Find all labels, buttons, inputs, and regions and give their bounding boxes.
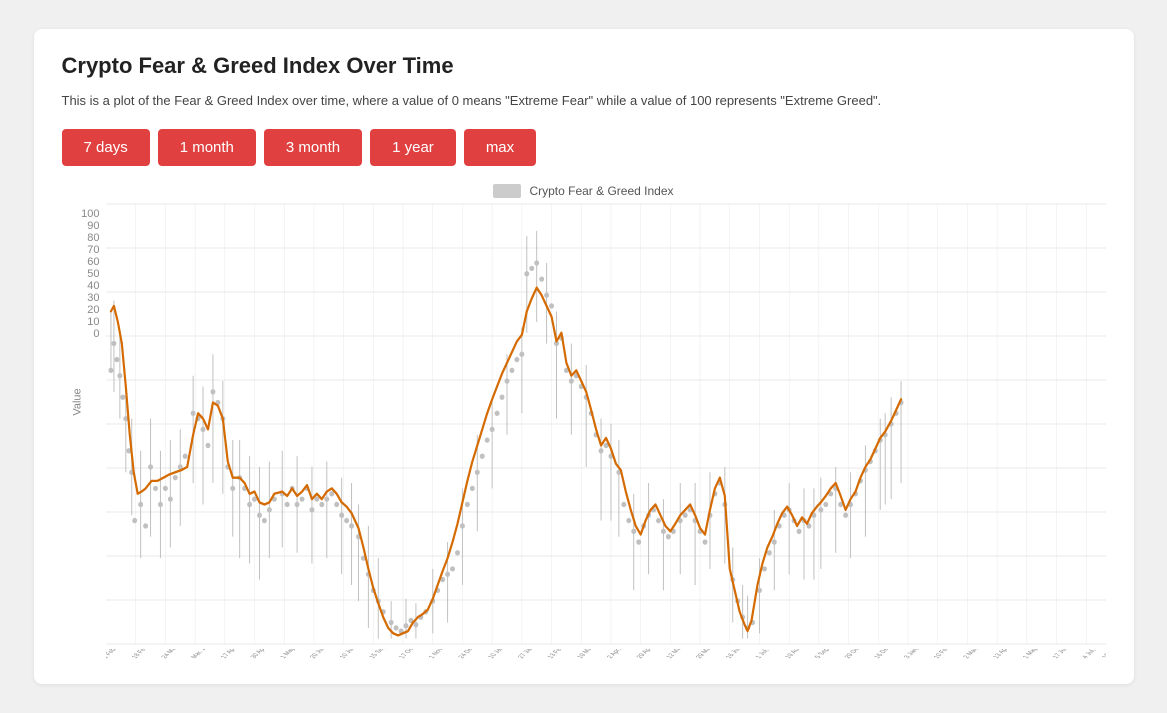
svg-text:1 Feb, 2018: 1 Feb, 2018	[106, 649, 130, 659]
svg-text:12 May, 2019: 12 May, 2019	[664, 649, 696, 659]
y-tick-50: 50	[87, 268, 99, 280]
svg-text:10 Feb, 2020: 10 Feb, 2020	[932, 649, 963, 659]
svg-text:1 Nov, 2018: 1 Nov, 2018	[427, 649, 456, 659]
y-tick-20: 20	[87, 304, 99, 316]
page-title: Crypto Fear & Greed Index Over Time	[62, 53, 1106, 79]
y-tick-60: 60	[87, 256, 99, 268]
svg-text:13 Apr, 2020: 13 Apr, 2020	[991, 649, 1021, 659]
svg-text:3 Jan, 2020: 3 Jan, 2020	[902, 649, 931, 659]
svg-text:1 Jul, 2019: 1 Jul, 2019	[754, 649, 781, 659]
y-axis-label: Value	[71, 388, 83, 415]
svg-text:17 Jun, 2020: 17 Jun, 2020	[1051, 649, 1082, 659]
btn-1month[interactable]: 1 month	[158, 129, 256, 166]
svg-text:1 May, 2020: 1 May, 2020	[1021, 649, 1050, 659]
svg-text:18 Feb, 2018: 18 Feb, 2018	[130, 649, 161, 659]
chart-area: Crypto Fear & Greed Index Value 100 90 8…	[62, 184, 1106, 664]
svg-text:17 Apr, 2018: 17 Apr, 2018	[219, 649, 249, 659]
svg-text:29 Oct, 2019: 29 Oct, 2019	[843, 649, 874, 659]
page-subtitle: This is a plot of the Fear & Greed Index…	[62, 91, 1106, 111]
y-tick-0: 0	[93, 328, 99, 340]
svg-text:16 Dec, 2019: 16 Dec, 2019	[872, 649, 903, 659]
svg-text:13 Feb, 2019: 13 Feb, 2019	[546, 649, 577, 659]
svg-text:1 May, 2018: 1 May, 2018	[278, 649, 307, 659]
chart-legend: Crypto Fear & Greed Index	[62, 184, 1106, 198]
svg-text:10 Jan, 2019: 10 Jan, 2019	[486, 649, 517, 659]
svg-text:30 Apr, 2018: 30 Apr, 2018	[249, 649, 279, 659]
svg-text:29 May, 2019: 29 May, 2019	[694, 649, 726, 659]
svg-text:5 Sep, 2019: 5 Sep, 2019	[813, 649, 842, 659]
svg-text:10 Jul, 2018: 10 Jul, 2018	[338, 649, 367, 659]
y-tick-90: 90	[87, 220, 99, 232]
btn-1year[interactable]: 1 year	[370, 129, 456, 166]
svg-text:24 Mar, 2018: 24 Mar, 2018	[160, 649, 191, 659]
main-card: Crypto Fear & Greed Index Over Time This…	[34, 29, 1134, 684]
btn-3month[interactable]: 3 month	[264, 129, 362, 166]
y-tick-70: 70	[87, 244, 99, 256]
svg-text:19 Aug, 2019: 19 Aug, 2019	[783, 649, 814, 659]
svg-text:20 Jun, 2018: 20 Jun, 2018	[308, 649, 339, 659]
svg-text:24 Dec, 2018: 24 Dec, 2018	[457, 649, 488, 659]
btn-max[interactable]: max	[464, 129, 536, 166]
y-tick-100: 100	[81, 208, 99, 220]
svg-text:19 Mar, 2019: 19 Mar, 2019	[575, 649, 606, 659]
btn-7days[interactable]: 7 days	[62, 129, 150, 166]
chart-inner: 1 Feb, 2018 18 Feb, 2018 24 Mar, 2018 Ma…	[106, 204, 1106, 644]
legend-label: Crypto Fear & Greed Index	[529, 184, 673, 198]
x-axis-labels: 1 Feb, 2018 18 Feb, 2018 24 Mar, 2018 Ma…	[106, 649, 1106, 681]
svg-text:27 Jan, 2019: 27 Jan, 2019	[516, 649, 547, 659]
chart-wrap: Value 100 90 80 70 60 50 40 30 20 10 0	[62, 204, 1106, 644]
svg-text:10 Aug, 2020: 10 Aug, 2020	[1100, 649, 1105, 659]
y-tick-40: 40	[87, 280, 99, 292]
svg-text:29 Apr, 2019: 29 Apr, 2019	[635, 649, 665, 659]
svg-text:15 Sep, 2018: 15 Sep, 2018	[367, 649, 398, 659]
y-tick-10: 10	[87, 316, 99, 328]
svg-text:2 Mar, 2020: 2 Mar, 2020	[961, 649, 990, 659]
legend-color-box	[493, 184, 521, 198]
main-svg	[106, 204, 1106, 644]
svg-text:17 Oct, 2018: 17 Oct, 2018	[397, 649, 428, 659]
svg-text:2 Apr, 2019: 2 Apr, 2019	[605, 649, 633, 659]
y-tick-30: 30	[87, 292, 99, 304]
svg-text:Mar, 2018: Mar, 2018	[189, 649, 214, 659]
y-axis: 100 90 80 70 60 50 40 30 20 10 0	[70, 204, 106, 362]
svg-text:16 Jun, 2019: 16 Jun, 2019	[724, 649, 755, 659]
time-range-buttons: 7 days 1 month 3 month 1 year max	[62, 129, 1106, 166]
y-tick-80: 80	[87, 232, 99, 244]
